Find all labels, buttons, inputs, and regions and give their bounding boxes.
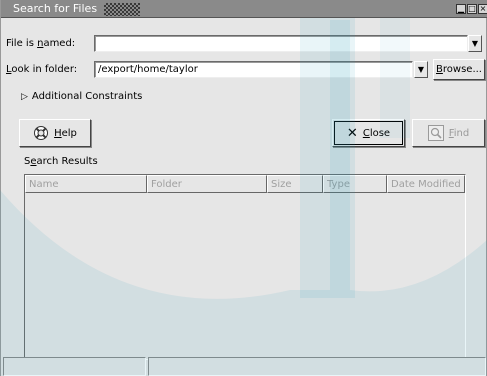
column-header-name[interactable]: Name xyxy=(25,175,147,193)
column-header-folder[interactable]: Folder xyxy=(147,175,267,193)
search-results-table[interactable]: Name Folder Size Type Date Modified xyxy=(24,174,466,360)
find-magnifier-icon xyxy=(427,125,444,141)
file-named-label: File is named: xyxy=(6,38,75,49)
window-title: Search for Files xyxy=(13,2,98,15)
additional-constraints-expander[interactable]: ▷ Additional Constraints xyxy=(21,91,142,102)
file-name-dropdown-button[interactable]: ▼ xyxy=(468,35,482,52)
close-x-icon: ✕ xyxy=(346,125,358,141)
look-in-folder-label: Look in folder: xyxy=(6,64,77,75)
help-button-label: elp xyxy=(61,127,77,139)
find-button-label: ind xyxy=(453,127,470,139)
lifebuoy-icon xyxy=(33,125,49,141)
help-button-mnemonic: H xyxy=(54,127,62,139)
close-button-label: lose xyxy=(369,127,391,139)
file-name-input[interactable] xyxy=(94,35,468,52)
file-named-label-pre: File is xyxy=(6,38,38,49)
title-bar[interactable]: Search for Files ▁ □ × xyxy=(1,0,487,18)
close-icon[interactable]: × xyxy=(478,4,487,14)
browse-button[interactable]: Browse... xyxy=(433,59,485,80)
find-button[interactable]: Find xyxy=(412,119,485,147)
search-results-label: Search Results xyxy=(24,156,98,167)
file-named-label-post: amed: xyxy=(43,38,76,49)
close-button-mnemonic: C xyxy=(362,127,370,139)
search-dialog: Search for Files ▁ □ × File is named: ▼ … xyxy=(0,0,487,376)
help-button[interactable]: Help xyxy=(19,119,91,147)
browse-button-label: rowse... xyxy=(442,64,482,75)
minimize-icon[interactable]: ▁ xyxy=(456,4,466,14)
chevron-down-icon: ▼ xyxy=(417,65,425,74)
maximize-icon[interactable]: □ xyxy=(467,4,477,14)
search-results-label-post: arch Results xyxy=(36,156,98,167)
column-header-date-modified[interactable]: Date Modified xyxy=(387,175,465,193)
column-header-type[interactable]: Type xyxy=(323,175,387,193)
folder-dropdown-button[interactable]: ▼ xyxy=(414,61,428,78)
triangle-right-icon: ▷ xyxy=(21,92,28,102)
browse-button-mnemonic: B xyxy=(436,64,443,75)
folder-input[interactable]: /export/home/taylor xyxy=(94,61,413,78)
status-bar-left xyxy=(3,357,146,376)
look-in-folder-label-post: ook in folder: xyxy=(11,64,78,75)
additional-constraints-label: Additional Constraints xyxy=(31,91,143,102)
status-bar-right xyxy=(148,357,486,376)
titlebar-grip xyxy=(104,3,140,16)
close-button[interactable]: ✕ Close xyxy=(332,119,405,147)
column-header-size[interactable]: Size xyxy=(267,175,323,193)
chevron-down-icon: ▼ xyxy=(471,39,479,48)
